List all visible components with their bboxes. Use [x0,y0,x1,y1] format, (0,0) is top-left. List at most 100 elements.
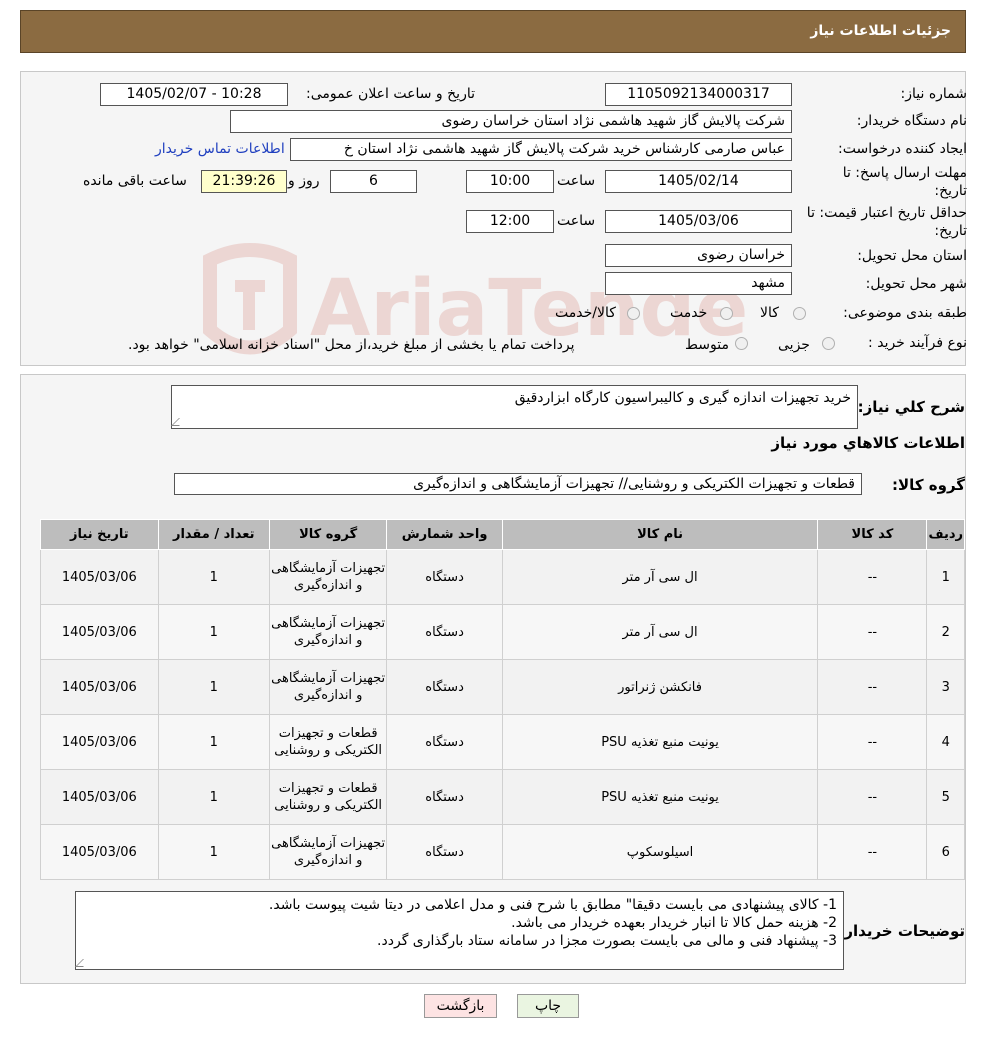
cell-row-number: 4 [926,714,965,770]
col-header-unit: واحد شمارش [386,519,503,550]
goods-group-label: گروه کالا: [892,476,965,494]
page-header: جزئیات اطلاعات نیاز [20,10,966,53]
requester-label: ایجاد کننده درخواست: [838,141,967,157]
need-number-label: شماره نیاز: [900,86,968,102]
cell-name: اسیلوسکوپ [501,824,819,880]
cell-date: 1405/03/06 [40,769,159,825]
days-remaining-field: 6 [330,170,417,193]
cell-qty: 1 [157,824,270,880]
category-goods-service-radio[interactable] [627,307,640,320]
cell-name: یونیت منبع تغذیه PSU [501,714,819,770]
cell-unit: دستگاه [386,659,503,715]
goods-section-title: اطلاعات کالاهاي مورد نياز [771,434,965,452]
buyer-notes-textarea[interactable]: 1- کالای پیشنهادی می بایست دقیقا" مطابق … [75,891,844,970]
table-row[interactable]: 3 -- فانکشن ژنراتور دستگاه تجهیزات آزمای… [40,659,965,715]
col-header-date: تاريخ نياز [40,519,159,550]
announce-label: تاریخ و ساعت اعلان عمومی: [306,86,475,102]
summary-textarea[interactable]: خرید تجهیزات اندازه گیری و کالیبراسیون ک… [171,385,858,429]
cell-code: -- [817,714,928,770]
cell-unit: دستگاه [386,549,503,605]
cell-code: -- [817,659,928,715]
reply-time-label: ساعت [557,173,596,189]
validity-time-field: 12:00 [466,210,554,233]
cell-qty: 1 [157,714,270,770]
back-button[interactable]: بازگشت [424,994,497,1018]
price-validity-label-2: تاریخ: [934,223,967,239]
remaining-time-field: 21:39:26 [201,170,287,193]
city-label: شهر محل تحویل: [865,276,967,292]
cell-code: -- [817,604,928,660]
cell-row-number: 1 [926,549,965,605]
buyer-org-label: نام دستگاه خریدار: [856,113,967,129]
print-button[interactable]: چاپ [517,994,579,1018]
category-service-radio[interactable] [720,307,733,320]
cell-unit: دستگاه [386,769,503,825]
validity-date-field: 1405/03/06 [605,210,792,233]
resize-grip-icon[interactable] [171,418,187,426]
cell-date: 1405/03/06 [40,659,159,715]
process-medium-radio[interactable] [735,337,748,350]
cell-group: تجهیزات آزمایشگاهی و اندازه‌گیری [268,604,388,660]
table-row[interactable]: 1 -- ال سی آر متر دستگاه تجهیزات آزمایشگ… [40,549,965,605]
validity-time-label: ساعت [557,213,596,229]
category-goods-radio[interactable] [793,307,806,320]
cell-row-number: 5 [926,769,965,825]
cell-row-number: 2 [926,604,965,660]
col-header-group: گروه کالا [268,519,388,550]
reply-time-field: 10:00 [466,170,554,193]
col-header-row: رديف [926,519,965,550]
note-line: 1- کالای پیشنهادی می بایست دقیقا" مطابق … [268,897,837,913]
table-row[interactable]: 6 -- اسیلوسکوپ دستگاه تجهیزات آزمایشگاهی… [40,824,965,880]
process-minor-label: جزیی [778,337,810,353]
category-service-label: خدمت [670,305,708,321]
cell-group: تجهیزات آزمایشگاهی و اندازه‌گیری [268,824,388,880]
category-goods-label: کالا [760,305,779,321]
cell-row-number: 6 [926,824,965,880]
cell-row-number: 3 [926,659,965,715]
col-header-qty: تعداد / مقدار [157,519,270,550]
process-medium-label: متوسط [685,337,729,353]
table-row[interactable]: 5 -- یونیت منبع تغذیه PSU دستگاه قطعات و… [40,769,965,825]
cell-unit: دستگاه [386,604,503,660]
col-header-name: نام کالا [501,519,819,550]
page-title: جزئیات اطلاعات نیاز [810,23,951,39]
note-line: 2- هزینه حمل کالا تا انبار خریدار بعهده … [511,915,837,931]
process-minor-radio[interactable] [822,337,835,350]
buyer-notes-label: توضیحات خریدار: [838,922,965,940]
cell-name: ال سی آر متر [501,549,819,605]
reply-deadline-label: مهلت ارسال پاسخ: تا [842,165,967,181]
table-row[interactable]: 2 -- ال سی آر متر دستگاه تجهیزات آزمایشگ… [40,604,965,660]
cell-group: قطعات و تجهیزات الکتریکی و روشنایی [268,769,388,825]
cell-unit: دستگاه [386,714,503,770]
cell-name: یونیت منبع تغذیه PSU [501,769,819,825]
category-goods-service-label: کالا/خدمت [555,305,616,321]
cell-date: 1405/03/06 [40,604,159,660]
col-header-code: کد کالا [817,519,928,550]
cell-date: 1405/03/06 [40,714,159,770]
cell-code: -- [817,769,928,825]
process-type-label: نوع فرآیند خرید : [868,335,967,351]
process-payment-note: پرداخت تمام یا بخشی از مبلغ خرید،از محل … [128,337,575,353]
table-row[interactable]: 4 -- یونیت منبع تغذیه PSU دستگاه قطعات و… [40,714,965,770]
cell-name: ال سی آر متر [501,604,819,660]
need-number-field: 1105092134000317 [605,83,792,106]
goods-table: رديف کد کالا نام کالا واحد شمارش گروه کا… [40,519,965,880]
cell-name: فانکشن ژنراتور [501,659,819,715]
cell-qty: 1 [157,659,270,715]
cell-unit: دستگاه [386,824,503,880]
remaining-time-label: ساعت باقی مانده [83,173,187,189]
province-label: استان محل تحویل: [857,248,967,264]
city-field: مشهد [605,272,792,295]
summary-label: شرح کلي نياز: [857,398,965,416]
buyer-org-field: شرکت پالایش گاز شهید هاشمی نژاد استان خر… [230,110,792,133]
requester-field: عباس صارمی کارشناس خرید شرکت پالایش گاز … [290,138,792,161]
goods-group-field: قطعات و تجهیزات الکتریکی و روشنایی// تجه… [174,473,862,495]
cell-group: تجهیزات آزمایشگاهی و اندازه‌گیری [268,659,388,715]
summary-text: خرید تجهیزات اندازه گیری و کالیبراسیون ک… [514,390,851,406]
price-validity-label: حداقل تاریخ اعتبار قیمت: تا [806,205,967,221]
cell-group: قطعات و تجهیزات الکتریکی و روشنایی [268,714,388,770]
buyer-contact-link[interactable]: اطلاعات تماس خریدار [155,141,285,157]
province-field: خراسان رضوی [605,244,792,267]
cell-date: 1405/03/06 [40,824,159,880]
resize-grip-icon[interactable] [75,959,91,967]
